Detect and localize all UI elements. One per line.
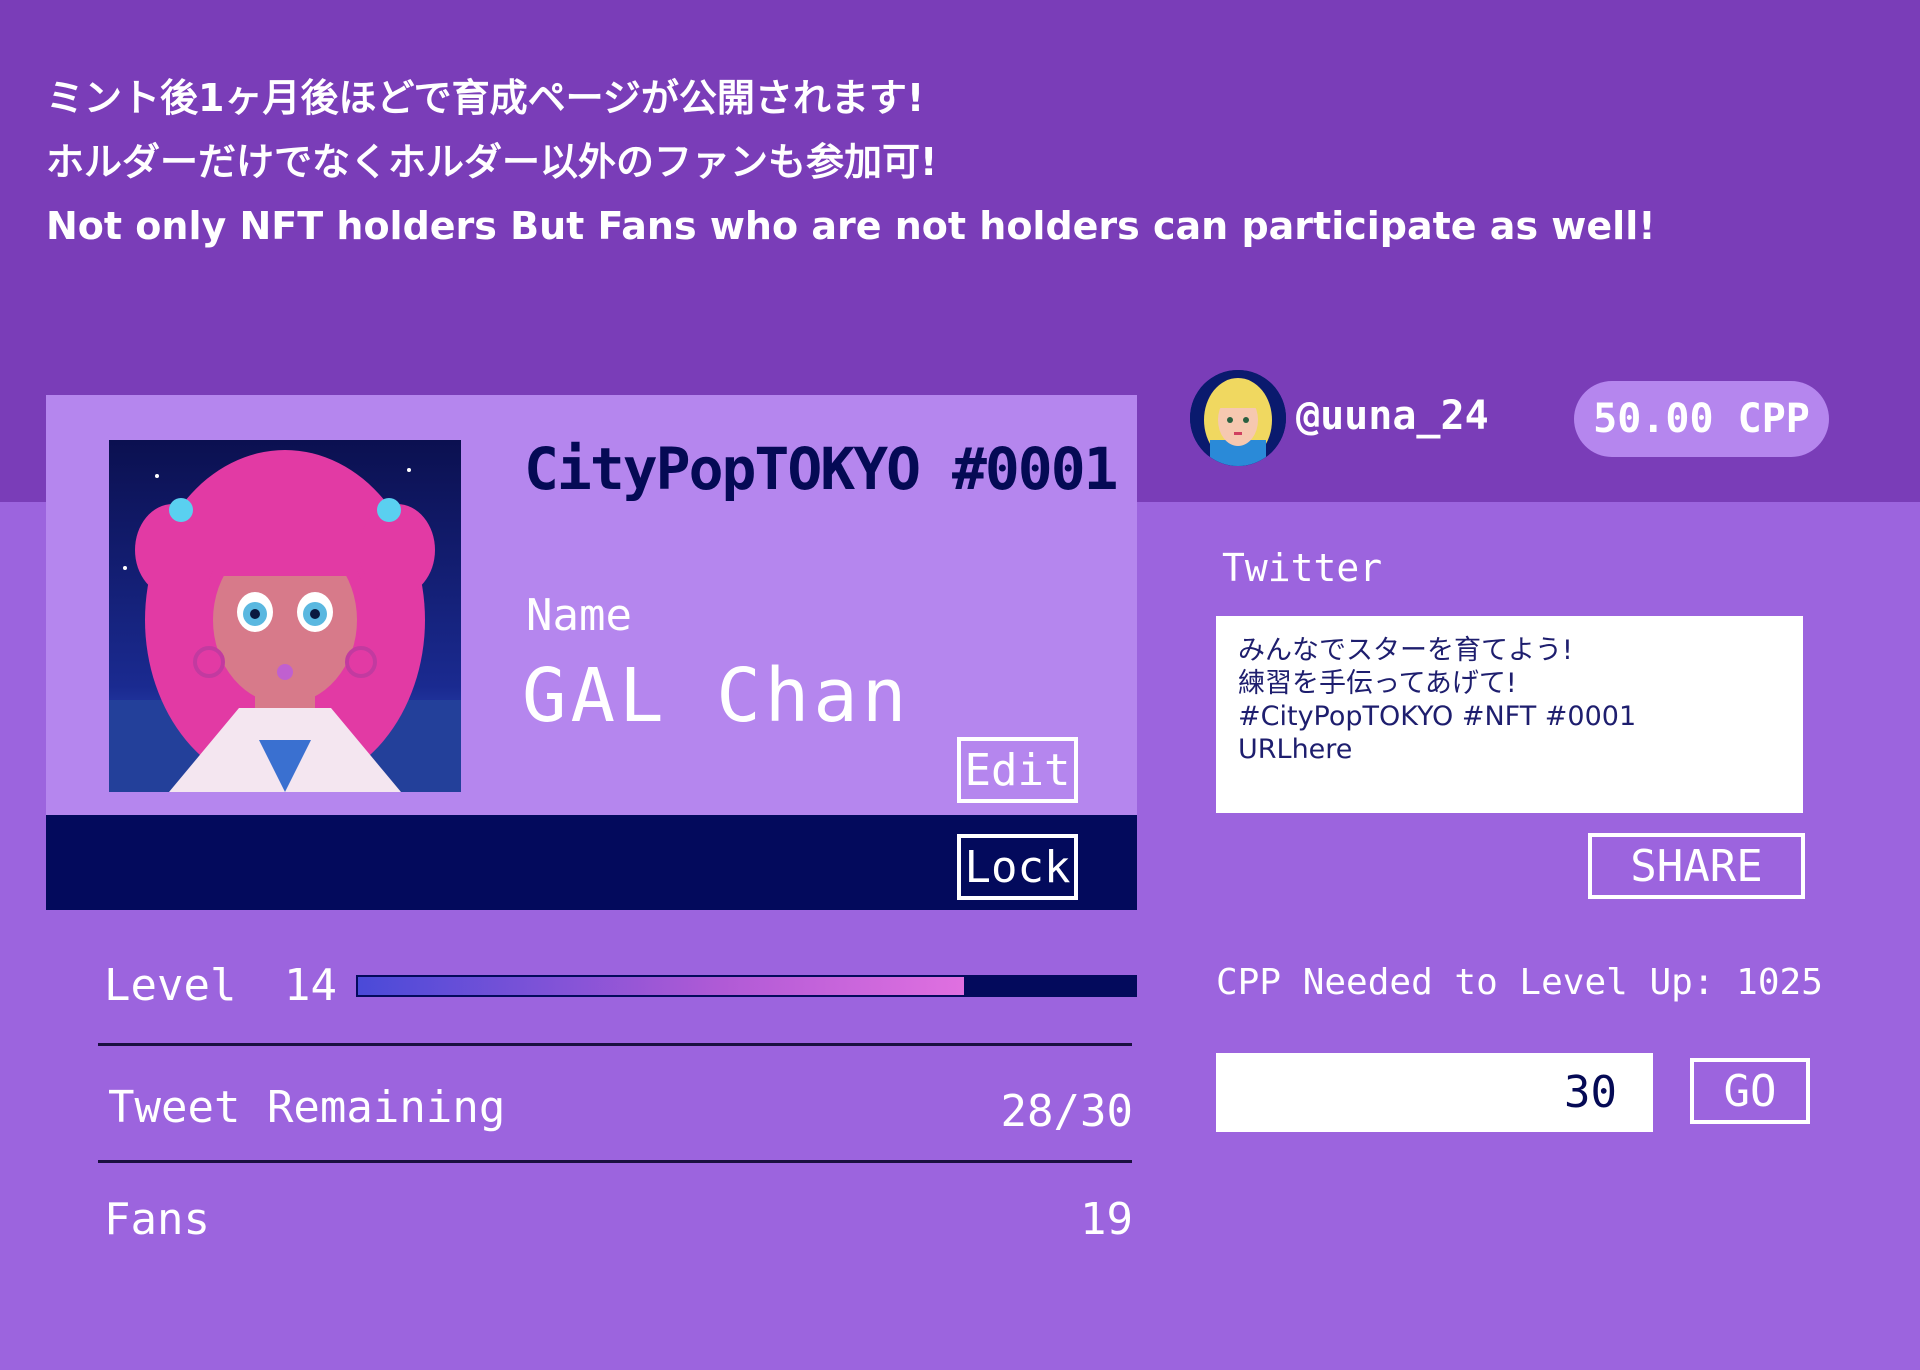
divider: [98, 1043, 1132, 1046]
user-avatar[interactable]: [1190, 370, 1286, 466]
fans-label: Fans: [104, 1194, 210, 1245]
nft-portrait-image: [109, 440, 461, 792]
go-button[interactable]: GO: [1690, 1058, 1810, 1124]
level-value: 14: [284, 960, 337, 1011]
cpp-amount-input[interactable]: 30: [1216, 1053, 1653, 1132]
nft-title: CityPopTOKYO #0001: [524, 435, 1119, 503]
name-label: Name: [526, 590, 632, 641]
divider: [98, 1160, 1132, 1163]
announcement: ミント後1ヶ月後ほどで育成ページが公開されます! ホルダーだけでなくホルダー以外…: [46, 66, 1656, 258]
level-progress-bar: [356, 975, 1137, 997]
cpp-needed-text: CPP Needed to Level Up: 1025: [1216, 962, 1823, 1003]
name-value: GAL Chan: [522, 653, 911, 739]
level-label: Level: [104, 960, 237, 1011]
tweet-textarea[interactable]: みんなでスターを育てよう! 練習を手伝ってあげて! #CityPopTOKYO …: [1216, 616, 1803, 813]
announcement-line-1: ミント後1ヶ月後ほどで育成ページが公開されます!: [46, 76, 925, 120]
tweet-remaining-label: Tweet Remaining: [108, 1082, 506, 1133]
announcement-line-2: ホルダーだけでなくホルダー以外のファンも参加可!: [46, 140, 938, 184]
announcement-line-3: Not only NFT holders But Fans who are no…: [46, 204, 1656, 248]
fans-value: 19: [1080, 1194, 1133, 1245]
tweet-remaining-value: 28/30: [1000, 1086, 1133, 1137]
share-button[interactable]: SHARE: [1588, 833, 1805, 899]
lock-button[interactable]: Lock: [957, 834, 1078, 900]
twitter-label: Twitter: [1222, 546, 1383, 590]
level-progress-fill: [358, 977, 965, 995]
edit-button[interactable]: Edit: [957, 737, 1078, 803]
cpp-balance-badge: 50.00 CPP: [1574, 381, 1829, 457]
nft-card: CityPopTOKYO #0001 Name GAL Chan Edit Lo…: [46, 395, 1137, 910]
username[interactable]: @uuna_24: [1296, 393, 1489, 439]
